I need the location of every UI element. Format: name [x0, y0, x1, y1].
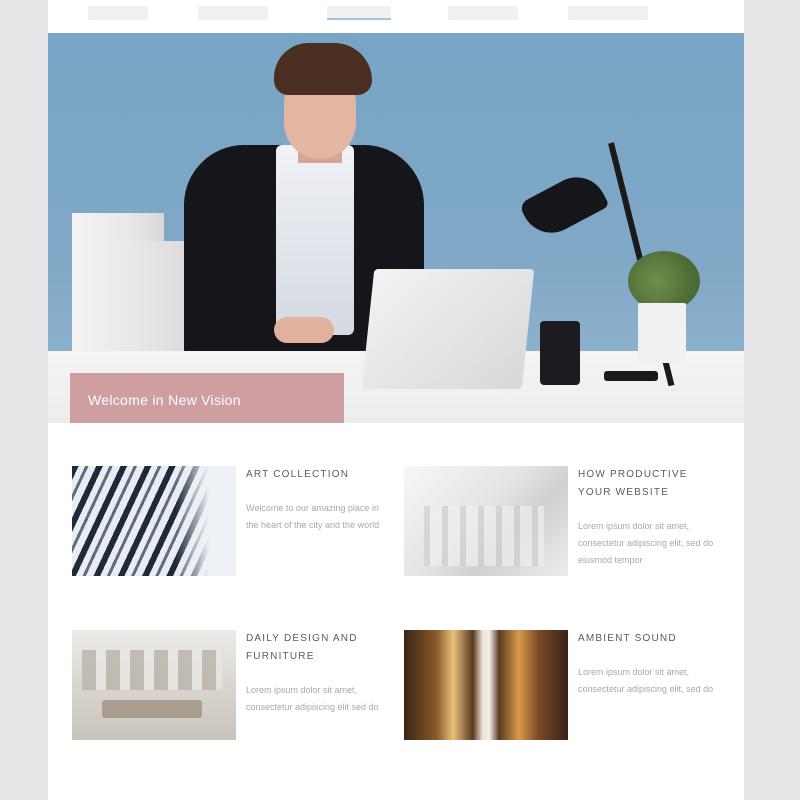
feature-title[interactable]: Art Collection — [246, 466, 386, 484]
hero-laptop — [361, 269, 535, 389]
hero-lamp-base — [604, 371, 658, 381]
welcome-text: Welcome in New Vision — [88, 392, 241, 408]
hero-image: Welcome in New Vision — [48, 33, 744, 423]
nav-link-1[interactable] — [88, 6, 148, 20]
white-architecture-photo[interactable] — [404, 466, 568, 576]
feature-description: Lorem ipsum dolor sit amet, consectetur … — [578, 521, 714, 565]
nav-link-2[interactable] — [198, 6, 268, 20]
feature-description: Lorem ipsum dolor sit amet, consectetur … — [246, 685, 379, 712]
warm-lights-photo[interactable] — [404, 630, 568, 740]
hero-mug — [540, 321, 580, 385]
hero-plant-pot — [638, 303, 686, 363]
feature-description: Lorem ipsum dolor sit amet, consectetur … — [578, 667, 714, 694]
nav-link-4[interactable] — [448, 6, 518, 20]
feature-title[interactable]: How Productive Your Website — [578, 466, 718, 502]
feature-description: Welcome to our amazing place in the hear… — [246, 503, 380, 530]
feature-title[interactable]: Daily Design And Furniture — [246, 630, 386, 666]
hero-person-shirt — [276, 145, 354, 335]
interior-room-photo[interactable] — [72, 630, 236, 740]
nav-active-indicator — [327, 18, 391, 20]
nav-link-5[interactable] — [568, 6, 648, 20]
page: Welcome in New Vision Art Collection Wel… — [48, 0, 744, 800]
feature-title[interactable]: Ambient Sound — [578, 630, 718, 648]
welcome-banner: Welcome in New Vision — [70, 373, 344, 423]
building-facade-photo[interactable] — [72, 466, 236, 576]
hero-person-hand — [274, 317, 334, 343]
hero-person-hair — [274, 43, 372, 95]
top-navigation — [48, 0, 744, 32]
hero-plant — [628, 251, 700, 311]
